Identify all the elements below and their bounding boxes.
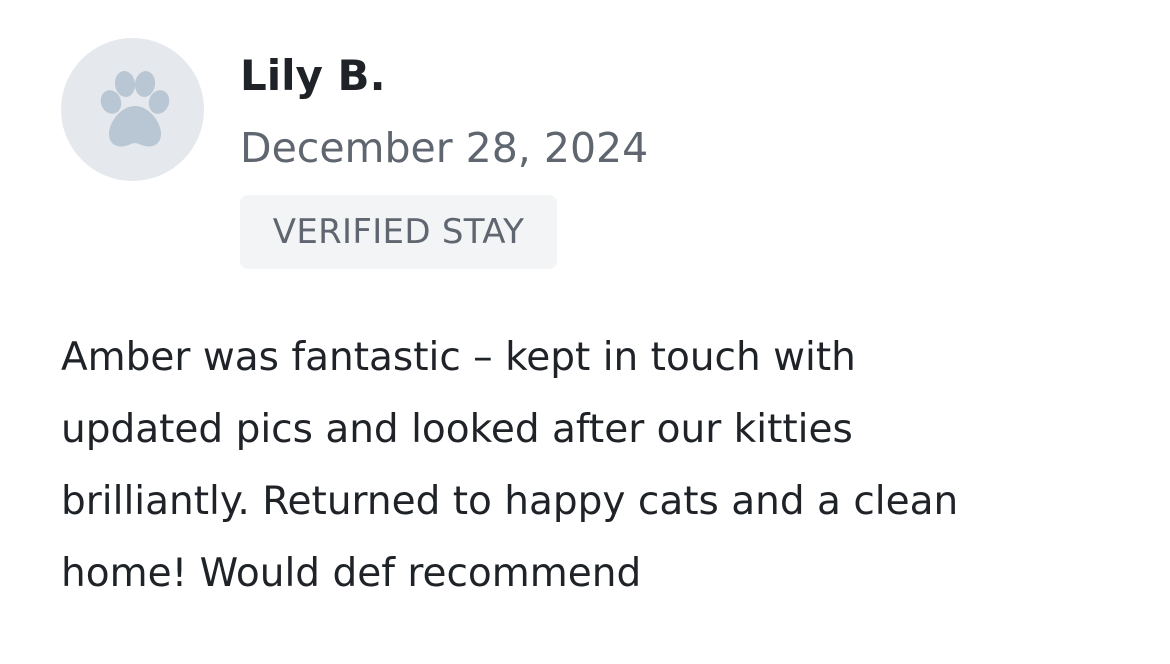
avatar [61, 38, 204, 181]
review-text: Amber was fantastic – kept in touch with… [61, 322, 1121, 610]
verified-stay-badge: VERIFIED STAY [240, 195, 557, 269]
review-text-line: updated pics and looked after our kittie… [61, 407, 853, 452]
review-text-line: home! Would def recommend [61, 551, 642, 596]
review-date: December 28, 2024 [240, 124, 649, 172]
review-text-line: Amber was fantastic – kept in touch with [61, 335, 856, 380]
reviewer-name: Lily B. [240, 51, 386, 100]
review-card: Lily B. December 28, 2024 VERIFIED STAY … [0, 0, 1170, 664]
review-text-line: brilliantly. Returned to happy cats and … [61, 479, 959, 524]
paw-icon [100, 70, 169, 146]
